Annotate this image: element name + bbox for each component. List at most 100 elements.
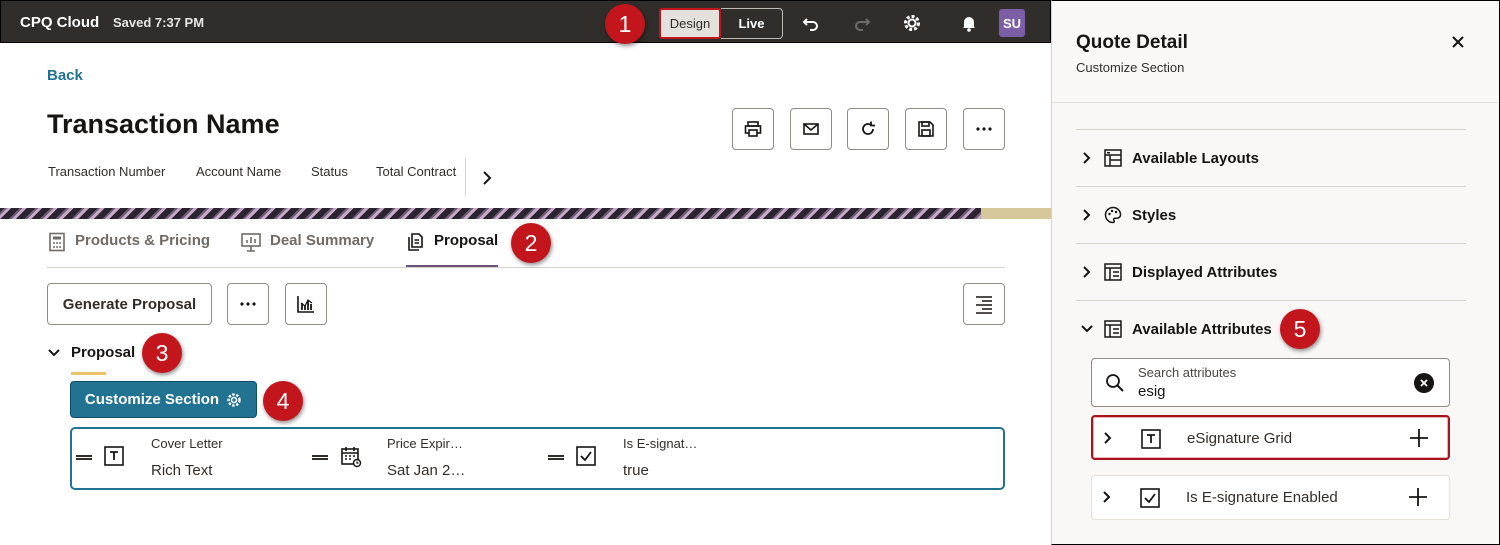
section-styles[interactable]: Styles — [1076, 186, 1466, 243]
layouts-icon — [1104, 149, 1122, 167]
refresh-button[interactable] — [847, 108, 889, 150]
save-icon — [918, 121, 934, 137]
more-icon — [976, 127, 992, 131]
meta-transaction-number: Transaction Number — [48, 164, 166, 179]
meta-divider — [465, 158, 466, 196]
saved-status: Saved 7:37 PM — [113, 15, 205, 30]
section-available-layouts[interactable]: Available Layouts — [1076, 129, 1466, 186]
settings-icon[interactable] — [901, 12, 923, 34]
proposal-more-button[interactable] — [227, 283, 269, 325]
drag-handle-icon[interactable] — [76, 455, 92, 460]
rich-text-icon — [1141, 429, 1161, 449]
field-value: true — [623, 462, 649, 479]
chevron-down-icon — [48, 348, 60, 356]
chevron-right-icon — [1083, 209, 1091, 221]
tab-proposal[interactable]: Proposal — [406, 232, 499, 268]
step-badge: 3 — [142, 333, 182, 373]
field-price-expiration[interactable]: Price Expir… Sat Jan 2… — [312, 429, 542, 488]
close-icon[interactable] — [1450, 34, 1466, 55]
field-label: Is E-signat… — [623, 436, 698, 451]
avatar[interactable]: SU — [999, 9, 1025, 37]
clear-search-icon[interactable] — [1414, 373, 1434, 393]
header-banner — [0, 208, 1051, 219]
tab-products-pricing[interactable]: Products & Pricing — [47, 232, 210, 268]
gear-icon — [227, 392, 241, 407]
customize-section-label: Customize Section — [84, 391, 220, 408]
attributes-icon — [1104, 263, 1122, 281]
live-mode-button[interactable]: Live — [721, 8, 783, 39]
email-button[interactable] — [790, 108, 832, 150]
field-label: Cover Letter — [151, 436, 223, 451]
align-button[interactable] — [963, 283, 1005, 325]
save-button[interactable] — [905, 108, 947, 150]
back-link[interactable]: Back — [47, 67, 83, 84]
add-icon[interactable] — [1409, 428, 1429, 448]
top-bar: CPQ Cloud Saved 7:37 PM Design Live SU — [0, 0, 1051, 43]
search-attributes[interactable]: Search attributes esig — [1091, 358, 1450, 407]
quote-detail-panel: Quote Detail Customize Section Available… — [1051, 0, 1500, 545]
email-icon — [803, 123, 819, 135]
search-input[interactable]: esig — [1138, 383, 1166, 400]
drag-handle-icon[interactable] — [312, 455, 328, 460]
section-label: Available Attributes — [1132, 320, 1272, 338]
undo-icon[interactable] — [800, 12, 822, 34]
search-icon — [1106, 374, 1124, 392]
step-badge: 2 — [511, 223, 551, 263]
proposal-section-toggle[interactable]: Proposal — [47, 344, 135, 361]
chevron-right-icon — [1083, 152, 1091, 164]
section-label: Styles — [1132, 206, 1177, 224]
section-displayed-attributes[interactable]: Displayed Attributes — [1076, 243, 1466, 300]
presentation-icon — [241, 233, 261, 252]
attribute-result-esignature-grid[interactable]: eSignature Grid — [1091, 415, 1450, 460]
meta-total-contract: Total Contract — [376, 164, 457, 179]
page-title: Transaction Name — [47, 109, 280, 139]
step-badge: 4 — [263, 381, 303, 421]
document-icon — [408, 233, 423, 251]
palette-icon — [1104, 206, 1122, 224]
align-right-icon — [976, 296, 992, 314]
section-title: Proposal — [71, 344, 136, 361]
section-underline — [71, 372, 106, 375]
redo-icon[interactable] — [851, 12, 873, 34]
search-label: Search attributes — [1138, 365, 1237, 380]
generate-proposal-button[interactable]: Generate Proposal — [47, 283, 212, 325]
field-is-esignature[interactable]: Is E-signat… true — [548, 429, 778, 488]
attribute-label: Is E-signature Enabled — [1186, 489, 1338, 506]
checkbox-icon — [576, 446, 596, 466]
app-name: CPQ Cloud — [20, 14, 100, 31]
more-icon — [240, 302, 256, 306]
chart-icon — [297, 296, 314, 313]
chevron-right-icon — [1083, 266, 1091, 278]
meta-status: Status — [311, 164, 348, 179]
panel-subtitle: Customize Section — [1076, 60, 1185, 75]
section-label: Displayed Attributes — [1132, 263, 1278, 281]
field-value: Sat Jan 2… — [387, 462, 466, 479]
checkbox-icon — [1140, 488, 1160, 508]
print-button[interactable] — [732, 108, 774, 150]
meta-account-name: Account Name — [196, 164, 282, 179]
refresh-icon — [862, 121, 875, 135]
chart-button[interactable] — [285, 283, 327, 325]
design-mode-button[interactable]: Design — [659, 8, 721, 39]
chevron-right-icon[interactable] — [480, 170, 494, 191]
field-cover-letter[interactable]: Cover Letter Rich Text — [76, 429, 306, 488]
chevron-right-icon[interactable] — [1101, 431, 1115, 445]
tab-label: Proposal — [434, 232, 499, 249]
attribute-result-is-esignature-enabled[interactable]: Is E-signature Enabled — [1091, 475, 1450, 520]
chevron-right-icon[interactable] — [1100, 490, 1114, 504]
print-icon — [744, 121, 762, 137]
add-icon[interactable] — [1408, 487, 1428, 507]
step-badge: 1 — [605, 4, 645, 44]
tab-label: Deal Summary — [270, 232, 375, 249]
tabs-divider — [47, 267, 1005, 268]
more-actions-button[interactable] — [963, 108, 1005, 150]
field-value: Rich Text — [151, 462, 213, 479]
panel-header-divider — [1052, 102, 1499, 103]
step-badge: 5 — [1280, 309, 1320, 349]
tab-deal-summary[interactable]: Deal Summary — [240, 232, 374, 268]
bell-icon[interactable] — [958, 12, 980, 34]
section-available-attributes[interactable]: Available Attributes — [1076, 300, 1466, 357]
customize-section-button[interactable]: Customize Section — [70, 381, 257, 418]
chevron-down-icon — [1081, 325, 1093, 333]
drag-handle-icon[interactable] — [548, 455, 564, 460]
